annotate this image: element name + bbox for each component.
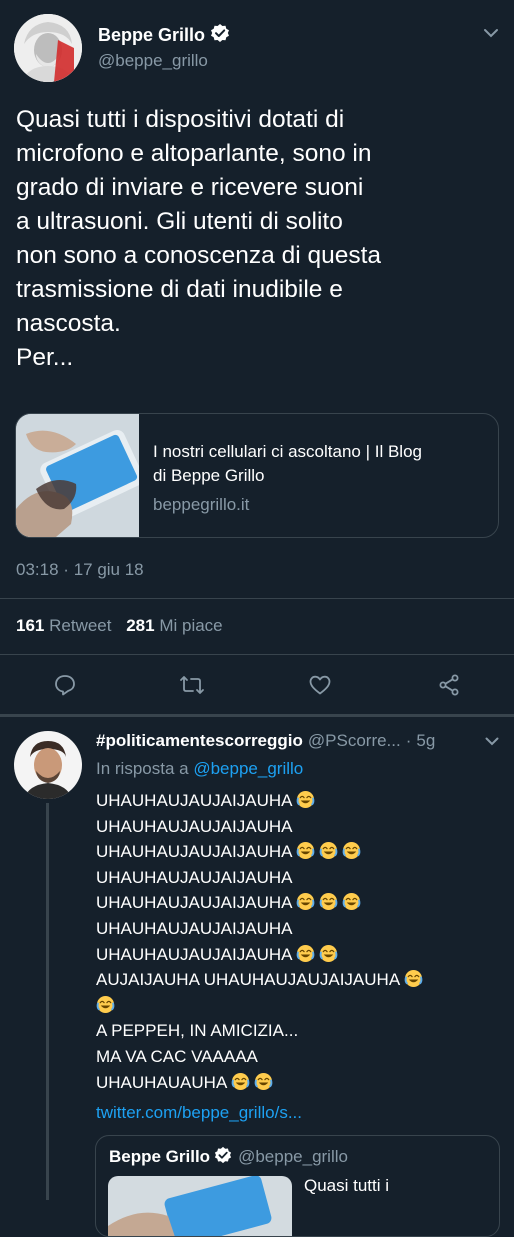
face-with-tears-of-joy-icon bbox=[342, 892, 361, 911]
face-with-tears-of-joy-icon bbox=[319, 892, 338, 911]
reply-text-line: UHAUHAUJAUJAIJAUHA bbox=[96, 814, 506, 840]
reply-more-chevron-icon[interactable] bbox=[480, 731, 504, 751]
card-title-line2: di Beppe Grillo bbox=[153, 466, 265, 485]
reply-text-line: UHAUHAUJAUJAIJAUHA bbox=[96, 788, 506, 814]
reply-author-name[interactable]: #politicamentescorreggio bbox=[96, 731, 303, 751]
reply-line-text: UHAUHAUAUHA bbox=[96, 1072, 228, 1092]
face-with-tears-of-joy-icon bbox=[319, 841, 338, 860]
verified-badge-icon bbox=[210, 23, 230, 48]
reply-link[interactable]: twitter.com/beppe_grillo/s... bbox=[96, 1100, 302, 1126]
thread-line bbox=[46, 803, 49, 1200]
timestamp-separator: · bbox=[63, 560, 69, 579]
reply-line-text: UHAUHAUJAUJAIJAUHA bbox=[96, 893, 293, 913]
link-preview-card[interactable]: I nostri cellulari ci ascoltano | Il Blo… bbox=[15, 413, 499, 538]
face-with-tears-of-joy-icon bbox=[404, 969, 423, 988]
reply-age: 5g bbox=[416, 731, 436, 750]
share-icon[interactable] bbox=[432, 668, 466, 702]
in-reply-handle[interactable]: @beppe_grillo bbox=[193, 759, 303, 778]
reply-text-line: UHAUHAUAUHA bbox=[96, 1070, 506, 1096]
reply-line-text: UHAUHAUJAUJAIJAUHA bbox=[96, 918, 293, 938]
reply-icon[interactable] bbox=[48, 668, 82, 702]
quoted-author-handle: @beppe_grillo bbox=[238, 1147, 348, 1166]
retweet-label[interactable]: Retweet bbox=[49, 616, 111, 635]
card-thumbnail bbox=[16, 414, 144, 537]
more-options-chevron-icon[interactable] bbox=[478, 22, 504, 44]
reply-author-avatar[interactable] bbox=[14, 731, 82, 799]
like-count[interactable]: 281 bbox=[126, 616, 154, 635]
tweet-text: Quasi tutti i dispositivi dotati di micr… bbox=[16, 106, 382, 371]
face-with-tears-of-joy-icon bbox=[342, 841, 361, 860]
quoted-author-name: Beppe Grillo bbox=[109, 1147, 211, 1166]
reply-line-text: A PEPPEH, IN AMICIZIA... bbox=[96, 1021, 299, 1041]
face-with-tears-of-joy-icon bbox=[96, 995, 115, 1014]
reply-text-line: UHAUHAUJAUJAIJAUHA bbox=[96, 916, 506, 942]
reply-line-text: UHAUHAUJAUJAIJAUHA bbox=[96, 791, 293, 810]
tweet-date: 17 giu 18 bbox=[73, 560, 144, 579]
face-with-tears-of-joy-icon bbox=[254, 1072, 273, 1091]
reply-text-line bbox=[96, 993, 506, 1019]
author-handle[interactable]: @beppe_grillo bbox=[98, 51, 208, 71]
quoted-text: Quasi tutti i bbox=[304, 1176, 390, 1195]
face-with-tears-of-joy-icon bbox=[319, 944, 338, 963]
reply-text-line: A PEPPEH, IN AMICIZIA... bbox=[96, 1018, 506, 1044]
face-with-tears-of-joy-icon bbox=[296, 790, 315, 809]
in-reply-to: In risposta a @beppe_grillo bbox=[96, 759, 303, 779]
reply-author-handle[interactable]: @PScorre... bbox=[308, 731, 401, 751]
retweet-icon[interactable] bbox=[175, 668, 209, 702]
like-heart-icon[interactable] bbox=[303, 668, 337, 702]
card-title-line1: I nostri cellulari ci ascoltano | Il Blo… bbox=[153, 442, 422, 461]
quoted-thumbnail bbox=[108, 1176, 292, 1236]
author-avatar[interactable] bbox=[14, 14, 82, 82]
reply-line-text: UHAUHAUJAUJAIJAUHA bbox=[96, 842, 293, 862]
reply-text-line: UHAUHAUJAUJAIJAUHA bbox=[96, 839, 506, 865]
card-domain: beppegrillo.it bbox=[153, 495, 250, 514]
divider bbox=[0, 598, 514, 599]
reply-line-text: UHAUHAUJAUJAIJAUHA bbox=[96, 867, 293, 887]
reply-line-text: MA VA CAC VAAAAA bbox=[96, 1046, 258, 1066]
face-with-tears-of-joy-icon bbox=[296, 944, 315, 963]
like-label[interactable]: Mi piace bbox=[159, 616, 222, 635]
reply-text-line: UHAUHAUJAUJAIJAUHA bbox=[96, 942, 506, 968]
reply-body: UHAUHAUJAUJAIJAUHA UHAUHAUJAUJAIJAUHA UHAU… bbox=[96, 788, 506, 1095]
tweet-timestamp: 03:18 · 17 giu 18 bbox=[16, 560, 144, 580]
face-with-tears-of-joy-icon bbox=[231, 1072, 250, 1091]
reply-line-text: UHAUHAUJAUJAIJAUHA bbox=[96, 944, 293, 964]
face-with-tears-of-joy-icon bbox=[296, 892, 315, 911]
in-reply-prefix: In risposta a bbox=[96, 759, 189, 778]
reply-text-line: UHAUHAUJAUJAIJAUHA bbox=[96, 890, 506, 916]
tweet-time: 03:18 bbox=[16, 560, 59, 579]
reply-dot: · bbox=[405, 731, 412, 750]
face-with-tears-of-joy-icon bbox=[296, 841, 315, 860]
reply-line-text: AUJAIJAUHA UHAUHAUJAUJAIJAUHA bbox=[96, 970, 401, 990]
reply-text-line: AUJAIJAUHA UHAUHAUJAUJAIJAUHA bbox=[96, 967, 506, 993]
section-separator bbox=[0, 714, 514, 717]
reply-text-line: UHAUHAUJAUJAIJAUHA bbox=[96, 865, 506, 891]
quoted-verified-badge-icon bbox=[214, 1146, 232, 1169]
author-name[interactable]: Beppe Grillo bbox=[98, 25, 205, 46]
divider bbox=[0, 654, 514, 655]
quoted-tweet[interactable]: Beppe Grillo @beppe_grillo Quasi tutti i bbox=[95, 1135, 500, 1237]
reply-line-text: UHAUHAUJAUJAIJAUHA bbox=[96, 816, 293, 836]
retweet-count[interactable]: 161 bbox=[16, 616, 44, 635]
tweet-stats: 161 Retweet 281 Mi piace bbox=[16, 616, 223, 636]
reply-text-line: MA VA CAC VAAAAA bbox=[96, 1044, 506, 1070]
